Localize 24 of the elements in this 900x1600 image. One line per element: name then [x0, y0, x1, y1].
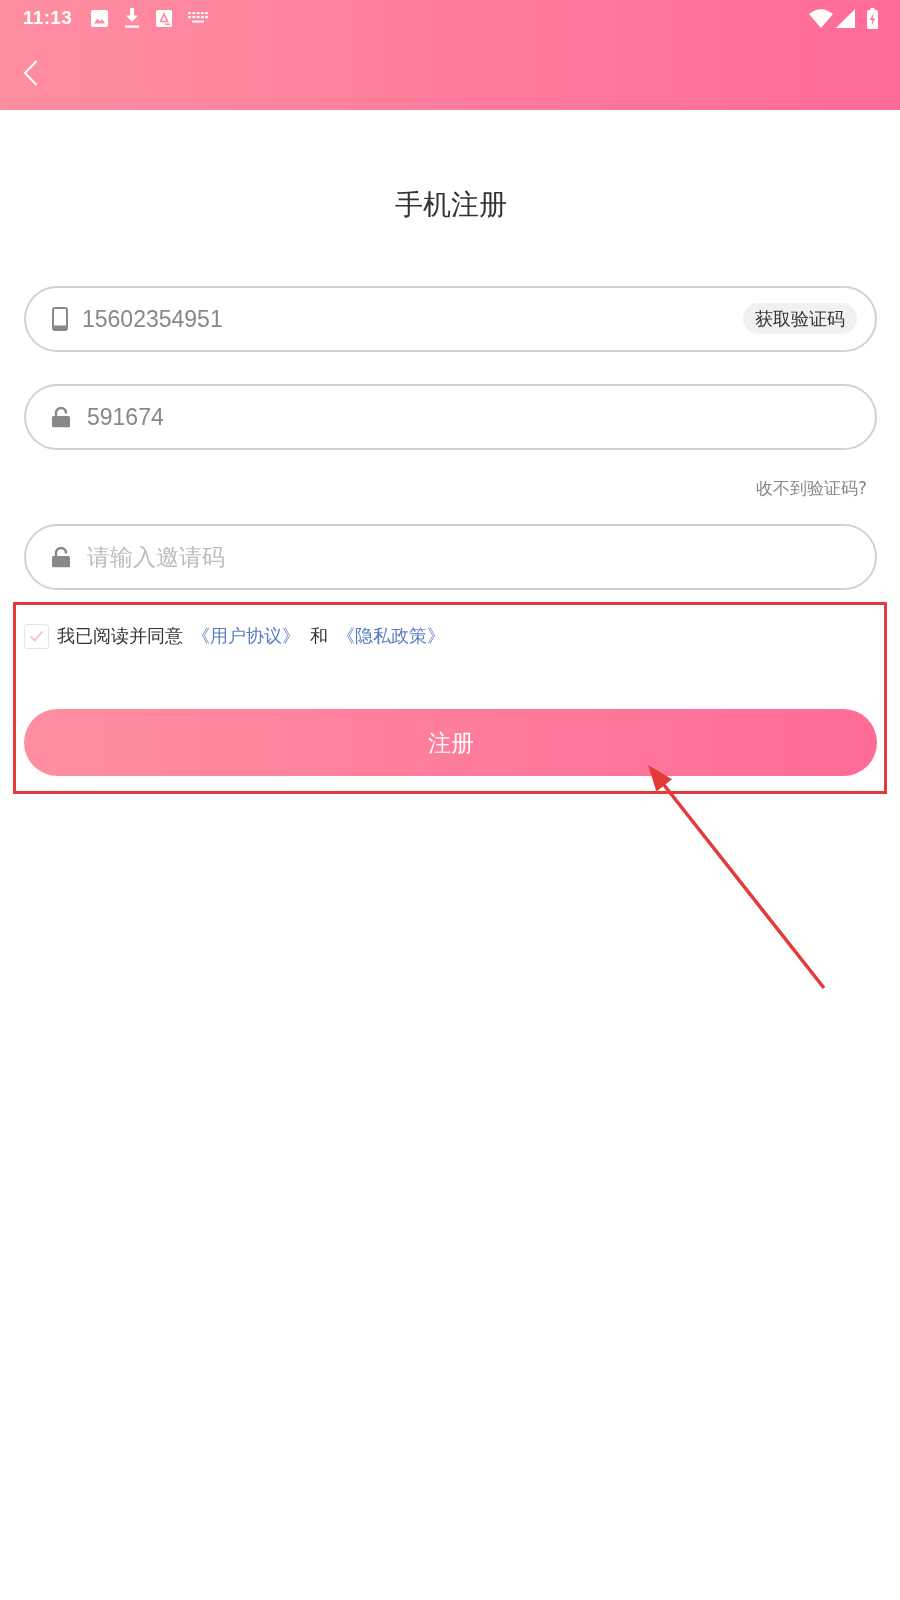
policy-link[interactable]: 《用户协议》 — [192, 623, 300, 649]
agreement-text: 我已阅读并同意 — [57, 624, 183, 648]
keyboard-icon — [188, 12, 209, 24]
download-icon — [124, 8, 141, 28]
status-time: 11:13 — [23, 7, 73, 29]
back-icon[interactable] — [23, 60, 38, 86]
tile-icon — [156, 9, 173, 27]
phone-icon — [52, 307, 68, 331]
lock-icon — [52, 406, 70, 428]
image-icon — [91, 9, 109, 27]
get-code-button[interactable]: 获取验证码 — [743, 303, 857, 334]
signal-icon — [836, 8, 855, 28]
no-code-link[interactable]: 收不到验证码? — [755, 478, 867, 498]
wifi-icon — [809, 8, 833, 28]
code-field[interactable]: 591674 — [24, 384, 877, 450]
agree-checkbox[interactable] — [24, 623, 49, 649]
policy-link[interactable]: 《隐私政策》 — [337, 623, 445, 649]
check-icon — [29, 630, 44, 642]
page-title: 手机注册 — [394, 187, 507, 223]
agreement-text: 和 — [310, 624, 328, 648]
invite-code-field[interactable]: 请输入邀请码 — [24, 524, 877, 590]
register-button[interactable]: 注册 — [24, 709, 877, 776]
lock-icon — [52, 546, 70, 568]
battery-icon — [867, 7, 878, 29]
